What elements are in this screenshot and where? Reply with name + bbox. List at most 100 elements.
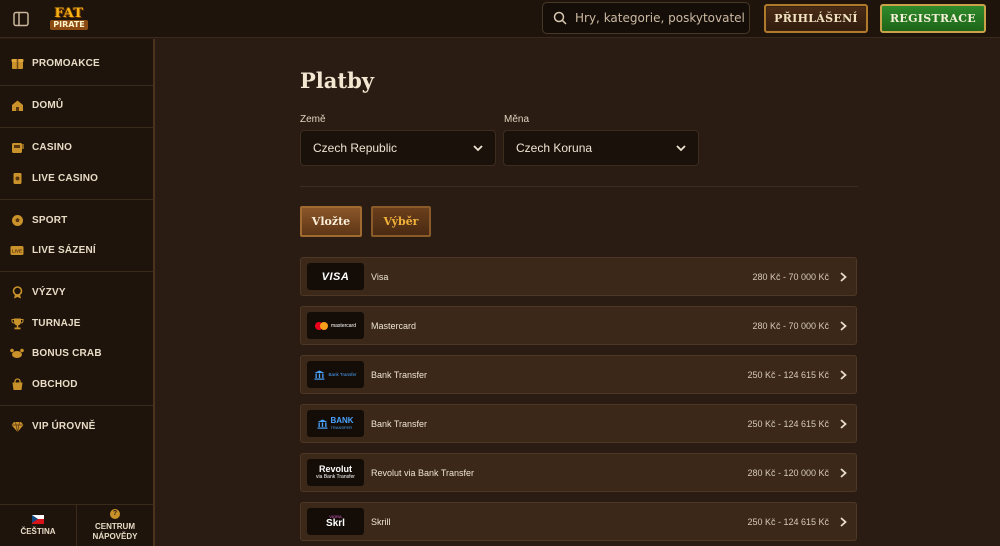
sidebar-item-home[interactable]: DOMŮ <box>0 93 153 117</box>
sidebar-item-label: VÝZVY <box>32 286 66 298</box>
sidebar-item-label: PROMOAKCE <box>32 57 100 69</box>
sidebar-item-live-casino[interactable]: LIVE CASINO <box>0 166 153 190</box>
top-header: FAT PIRATE PŘIHLÁŠENÍ REGISTRACE <box>0 0 1000 38</box>
currency-value: Czech Koruna <box>516 141 593 155</box>
logo-word-pirate: PIRATE <box>50 20 88 30</box>
sidebar-item-challenges[interactable]: VÝZVY <box>0 280 153 304</box>
payment-method-row[interactable]: BANK TRANSFER Bank Transfer 250 Kč - 124… <box>300 404 857 443</box>
country-value: Czech Republic <box>313 141 398 155</box>
chevron-down-icon <box>676 145 686 152</box>
sidebar-item-vip[interactable]: VIP ÚROVNĚ <box>0 414 153 438</box>
sidebar-item-promo[interactable]: PROMOAKCE <box>0 51 153 75</box>
tab-withdraw[interactable]: Výběr <box>371 206 431 237</box>
bank-transfer-logo: BANK TRANSFER <box>307 410 364 437</box>
help-label-line2: NÁPOVĚDY <box>92 532 138 541</box>
chevron-right-icon <box>840 369 847 380</box>
sidebar-item-label: LIVE CASINO <box>32 172 99 184</box>
country-select[interactable]: Czech Republic <box>300 130 496 166</box>
sidebar-divider <box>0 85 153 86</box>
currency-label: Měna <box>504 114 530 125</box>
sidebar-item-casino[interactable]: CASINO <box>0 135 153 159</box>
mastercard-logo-text: mastercard <box>330 322 356 329</box>
payment-method-limits: 250 Kč - 124 615 Kč <box>747 516 829 527</box>
help-icon: ? <box>110 509 120 519</box>
fat-pirate-logo[interactable]: FAT PIRATE <box>40 5 98 33</box>
casino-icon <box>10 140 24 154</box>
search-input[interactable] <box>575 11 745 25</box>
payment-method-name: Bank Transfer <box>371 369 428 380</box>
sidebar-divider <box>0 405 153 406</box>
live-betting-icon: LIVE <box>10 243 24 257</box>
sidebar-item-label: DOMŮ <box>32 99 64 111</box>
revolut-logo-subtext: via Bank Transfer <box>316 474 355 480</box>
payment-method-limits: 250 Kč - 124 615 Kč <box>747 369 829 380</box>
payment-method-limits: 280 Kč - 70 000 Kč <box>752 271 829 282</box>
sidebar-divider <box>0 127 153 128</box>
chevron-right-icon <box>840 320 847 331</box>
vip-icon <box>10 419 24 433</box>
sidebar-footer: ČEŠTINA ? CENTRUM NÁPOVĚDY <box>0 504 153 546</box>
tournaments-icon <box>10 316 24 330</box>
tab-deposit[interactable]: Vložte <box>300 206 362 237</box>
sport-icon <box>10 213 24 227</box>
payment-method-name: Bank Transfer <box>371 418 428 429</box>
payment-method-limits: 280 Kč - 120 000 Kč <box>747 467 829 478</box>
register-button[interactable]: REGISTRACE <box>880 4 986 33</box>
payment-method-row[interactable]: mastercard Mastercard 280 Kč - 70 000 Kč <box>300 306 857 345</box>
payment-method-row[interactable]: Revolut via Bank Transfer Revolut via Ba… <box>300 453 857 492</box>
skrill-logo-text: Skrl <box>326 518 345 529</box>
czech-flag-icon <box>32 514 44 524</box>
country-label: Země <box>300 114 326 125</box>
payment-method-row[interactable]: VISA Visa 280 Kč - 70 000 Kč <box>300 257 857 296</box>
chevron-right-icon <box>840 418 847 429</box>
sidebar-item-bonus-crab[interactable]: BONUS CRAB <box>0 341 153 365</box>
sidebar-item-shop[interactable]: OBCHOD <box>0 372 153 396</box>
chevron-right-icon <box>840 467 847 478</box>
sidebar-item-label: OBCHOD <box>32 378 78 390</box>
payment-method-row[interactable]: Bank Transfer Bank Transfer 250 Kč - 124… <box>300 355 857 394</box>
skrill-logo: VIORA Skrl <box>307 508 364 535</box>
sidebar-toggle-icon[interactable] <box>12 10 30 28</box>
bank-transfer-logo: Bank Transfer <box>307 361 364 388</box>
mastercard-logo: mastercard <box>307 312 364 339</box>
svg-text:LIVE: LIVE <box>12 248 22 253</box>
bonus-crab-icon <box>10 346 24 360</box>
language-label: ČEŠTINA <box>20 526 56 536</box>
chevron-right-icon <box>840 516 847 527</box>
visa-logo-text: VISA <box>321 270 350 283</box>
language-selector[interactable]: ČEŠTINA <box>0 505 76 546</box>
login-button[interactable]: PŘIHLÁŠENÍ <box>764 4 868 33</box>
live-casino-icon <box>10 171 24 185</box>
sidebar: PROMOAKCE DOMŮ CASINO LIVE CASINO SPORT … <box>0 39 155 546</box>
sidebar-item-label: BONUS CRAB <box>32 347 102 359</box>
search-icon <box>553 11 567 25</box>
payment-method-limits: 280 Kč - 70 000 Kč <box>752 320 829 331</box>
sidebar-item-live-betting[interactable]: LIVE LIVE SÁZENÍ <box>0 238 153 262</box>
search-box[interactable] <box>542 2 750 34</box>
chevron-down-icon <box>473 145 483 152</box>
currency-select[interactable]: Czech Koruna <box>503 130 699 166</box>
shop-icon <box>10 377 24 391</box>
sidebar-item-label: CASINO <box>32 141 73 153</box>
sidebar-item-tournaments[interactable]: TURNAJE <box>0 311 153 335</box>
payment-method-row[interactable]: VIORA Skrl Skrill 250 Kč - 124 615 Kč <box>300 502 857 541</box>
logo-word-fat: FAT <box>54 6 84 21</box>
chevron-right-icon <box>840 271 847 282</box>
revolut-logo: Revolut via Bank Transfer <box>307 459 364 486</box>
payment-method-name: Revolut via Bank Transfer <box>371 467 475 478</box>
challenges-icon <box>10 285 24 299</box>
promo-icon <box>10 56 24 70</box>
bank-icon <box>317 419 328 429</box>
page-title: Platby <box>300 68 374 93</box>
main-content: Platby Země Czech Republic Měna Czech Ko… <box>157 39 1000 546</box>
help-label-line1: CENTRUM <box>95 522 135 531</box>
sidebar-item-sport[interactable]: SPORT <box>0 208 153 232</box>
bank-transfer-logo-text: Bank Transfer <box>328 372 357 377</box>
sidebar-item-label: TURNAJE <box>32 317 81 329</box>
help-center-link[interactable]: ? CENTRUM NÁPOVĚDY <box>76 505 153 546</box>
payment-method-limits: 250 Kč - 124 615 Kč <box>747 418 829 429</box>
bank-logo-text: BANK <box>330 416 354 425</box>
sidebar-item-label: SPORT <box>32 214 68 226</box>
section-divider <box>300 186 858 187</box>
sidebar-divider <box>0 199 153 200</box>
